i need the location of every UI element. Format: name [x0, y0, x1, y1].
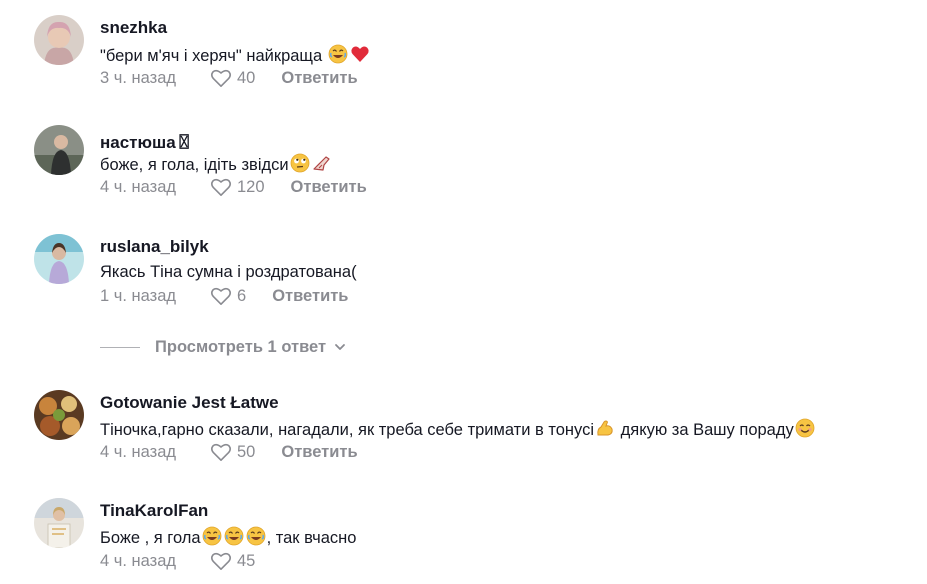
- heart-outline-icon: [210, 178, 232, 196]
- username-text: настюша: [100, 133, 176, 152]
- comment-meta: 1 ч. назад 6 Ответить: [100, 285, 348, 307]
- comment-text: Тіночка,гарно сказали, нагадали, як треб…: [100, 418, 816, 440]
- comment-text-body: боже, я гола, ідіть звідси: [100, 156, 289, 174]
- comment-text-tail: дякую за Вашу пораду: [620, 421, 794, 439]
- like-button[interactable]: 45: [210, 551, 255, 571]
- avatar[interactable]: [34, 15, 84, 65]
- laughing-emoji-icon: [246, 526, 266, 546]
- heart-outline-icon: [210, 552, 232, 570]
- reply-button[interactable]: Ответить: [291, 178, 367, 197]
- laughing-emoji-icon: [202, 526, 222, 546]
- reply-button[interactable]: Ответить: [281, 69, 357, 88]
- comment-text-body: Боже , я гола: [100, 529, 201, 547]
- timestamp: 4 ч. назад: [100, 442, 176, 461]
- heart-outline-icon: [210, 443, 232, 461]
- username[interactable]: ruslana_bilyk: [100, 237, 209, 257]
- avatar[interactable]: [34, 390, 84, 440]
- chevron-down-icon: [335, 344, 345, 350]
- heart-outline-icon: [210, 69, 232, 87]
- username[interactable]: Gotowanie Jest Łatwe: [100, 393, 279, 413]
- username[interactable]: настюша〿: [100, 128, 193, 153]
- like-button[interactable]: 120: [210, 177, 265, 197]
- comment-meta: 3 ч. назад 40 Ответить: [100, 67, 358, 89]
- comment-text-body: "бери м'яч і херяч" найкраща: [100, 47, 323, 65]
- comment-meta: 4 ч. назад 120 Ответить: [100, 176, 367, 198]
- avatar[interactable]: [34, 234, 84, 284]
- reply-button[interactable]: Ответить: [272, 287, 348, 306]
- like-button[interactable]: 50: [210, 442, 255, 462]
- high-heel-emoji-icon: [312, 153, 332, 173]
- divider-line: [100, 346, 140, 348]
- comment-meta: 4 ч. назад 45: [100, 550, 255, 572]
- comment-text-tail: , так вчасно: [266, 529, 357, 547]
- comment-text: боже, я гола, ідіть звідси: [100, 153, 333, 175]
- eye-roll-emoji-icon: [290, 153, 310, 173]
- like-count: 6: [237, 286, 247, 305]
- laughing-emoji-icon: [224, 526, 244, 546]
- view-replies-label: Просмотреть 1 ответ: [155, 337, 327, 356]
- comment-text: Якась Тіна сумна і роздратована(: [100, 263, 357, 281]
- like-count: 45: [237, 551, 256, 570]
- like-count: 50: [237, 442, 256, 461]
- like-button[interactable]: 40: [210, 68, 255, 88]
- comment-text: Боже , я гола , так вчасно: [100, 526, 356, 548]
- avatar[interactable]: [34, 125, 84, 175]
- username[interactable]: snezhka: [100, 18, 167, 38]
- laughing-emoji-icon: [328, 44, 348, 64]
- like-button[interactable]: 6: [210, 286, 246, 306]
- like-count: 40: [237, 68, 256, 87]
- avatar[interactable]: [34, 498, 84, 548]
- comment-text-body: Тіночка,гарно сказали, нагадали, як треб…: [100, 421, 595, 439]
- comment-meta: 4 ч. назад 50 Ответить: [100, 441, 358, 463]
- username-suffix: 〿: [175, 133, 193, 152]
- reply-button[interactable]: Ответить: [281, 443, 357, 462]
- timestamp: 4 ч. назад: [100, 551, 176, 570]
- comment-text: "бери м'яч і херяч" найкраща: [100, 44, 371, 66]
- red-heart-emoji-icon: [350, 44, 370, 64]
- flexed-biceps-emoji-icon: [595, 418, 615, 438]
- timestamp: 1 ч. назад: [100, 286, 176, 305]
- like-count: 120: [237, 177, 265, 196]
- timestamp: 4 ч. назад: [100, 177, 176, 196]
- timestamp: 3 ч. назад: [100, 68, 176, 87]
- smiling-emoji-icon: [795, 418, 815, 438]
- view-replies-button[interactable]: Просмотреть 1 ответ: [100, 336, 346, 358]
- username[interactable]: TinaKarolFan: [100, 501, 208, 521]
- heart-outline-icon: [210, 287, 232, 305]
